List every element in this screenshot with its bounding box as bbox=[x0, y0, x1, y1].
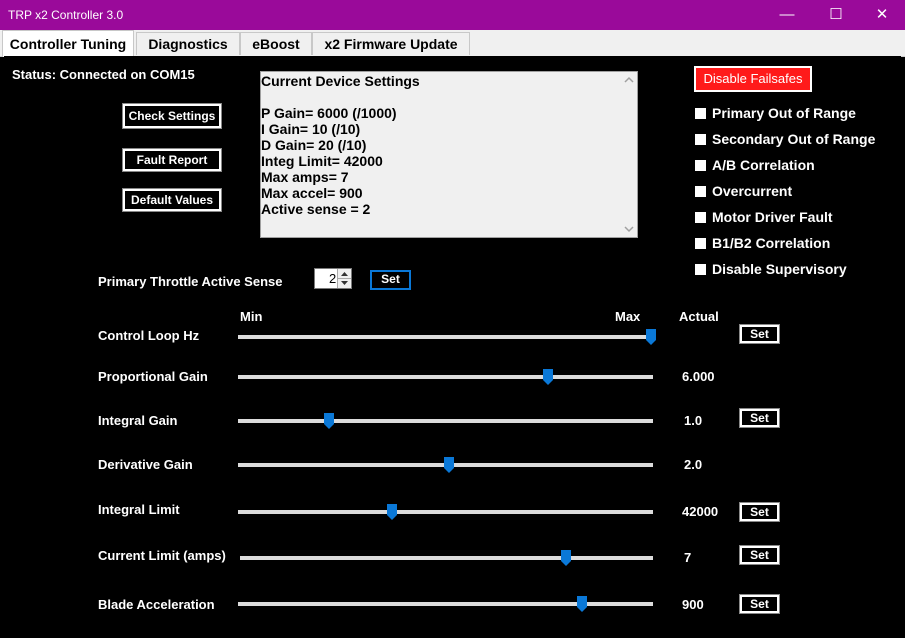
active-sense-value: 2 bbox=[329, 271, 337, 286]
stepper-arrows[interactable] bbox=[337, 269, 351, 288]
checkbox-secondary-out-of-range[interactable] bbox=[695, 134, 706, 145]
status-text: Status: Connected on COM15 bbox=[12, 67, 195, 82]
check-settings-button[interactable]: Check Settings bbox=[122, 103, 222, 129]
proportional-gain-slider[interactable] bbox=[238, 375, 653, 379]
settings-scrollbar[interactable] bbox=[621, 72, 637, 237]
slider-label: Derivative Gain bbox=[98, 457, 193, 472]
slider-label: Integral Limit bbox=[98, 502, 180, 517]
integral-limit-actual: 42000 bbox=[682, 504, 719, 519]
integral-limit-set-button[interactable]: Set bbox=[739, 502, 780, 522]
settings-line: Integ Limit= 42000 bbox=[261, 153, 383, 169]
disable-failsafes-button[interactable]: Disable Failsafes bbox=[694, 66, 812, 92]
failsafe-label: Motor Driver Fault bbox=[712, 209, 833, 225]
fault-report-button[interactable]: Fault Report bbox=[122, 148, 222, 172]
current-limit-actual: 7 bbox=[684, 550, 692, 565]
tab-firmware-update[interactable]: x2 Firmware Update bbox=[312, 32, 470, 55]
derivative-gain-thumb[interactable] bbox=[443, 457, 454, 473]
derivative-gain-actual: 2.0 bbox=[684, 457, 703, 472]
integral-gain-thumb[interactable] bbox=[324, 413, 335, 429]
close-button[interactable]: ✕ bbox=[859, 0, 905, 30]
failsafe-label: Primary Out of Range bbox=[712, 105, 856, 121]
failsafe-label: Secondary Out of Range bbox=[712, 131, 876, 147]
slider-label: Proportional Gain bbox=[98, 369, 208, 384]
minimize-button[interactable]: — bbox=[764, 0, 810, 30]
slider-max-label: Max bbox=[615, 309, 641, 324]
settings-line: I Gain= 10 (/10) bbox=[261, 121, 361, 137]
default-values-button[interactable]: Default Values bbox=[122, 188, 222, 212]
active-sense-label: Primary Throttle Active Sense bbox=[98, 274, 283, 289]
current-limit-thumb[interactable] bbox=[560, 550, 571, 566]
proportional-gain-thumb[interactable] bbox=[542, 369, 553, 385]
tab-diagnostics[interactable]: Diagnostics bbox=[136, 32, 240, 55]
settings-line: Active sense = 2 bbox=[261, 201, 371, 217]
slider-min-label: Min bbox=[240, 309, 263, 324]
failsafe-label: A/B Correlation bbox=[712, 157, 815, 173]
blade-acceleration-actual: 900 bbox=[682, 597, 704, 612]
current-limit-set-button[interactable]: Set bbox=[739, 545, 780, 565]
checkbox-ab-correlation[interactable] bbox=[695, 160, 706, 171]
controller-tuning-panel: Status: Connected on COM15 Check Setting… bbox=[4, 56, 901, 634]
scroll-arrows-icon bbox=[624, 76, 634, 233]
integral-gain-slider[interactable] bbox=[238, 419, 653, 423]
slider-label: Blade Acceleration bbox=[98, 597, 215, 612]
maximize-button[interactable]: ☐ bbox=[813, 0, 859, 30]
settings-line: Max amps= 7 bbox=[261, 169, 349, 185]
slider-label: Current Limit (amps) bbox=[98, 548, 226, 563]
checkbox-b1b2-correlation[interactable] bbox=[695, 238, 706, 249]
checkbox-overcurrent[interactable] bbox=[695, 186, 706, 197]
current-settings-box[interactable]: Current Device Settings P Gain= 6000 (/1… bbox=[260, 71, 638, 238]
proportional-gain-actual: 6.000 bbox=[682, 369, 715, 384]
control-loop-hz-set-button[interactable]: Set bbox=[739, 324, 780, 344]
control-loop-hz-thumb[interactable] bbox=[646, 329, 656, 345]
checkbox-motor-driver-fault[interactable] bbox=[695, 212, 706, 223]
active-sense-stepper[interactable]: 2 bbox=[314, 268, 352, 289]
slider-actual-label: Actual bbox=[679, 309, 719, 324]
failsafe-label: Overcurrent bbox=[712, 183, 793, 199]
title-bar: TRP x2 Controller 3.0 — ☐ ✕ bbox=[0, 0, 905, 30]
settings-line: Max accel= 900 bbox=[261, 185, 363, 201]
integral-gain-set-button[interactable]: Set bbox=[739, 408, 780, 428]
slider-label: Control Loop Hz bbox=[98, 328, 200, 343]
blade-acceleration-set-button[interactable]: Set bbox=[739, 594, 780, 614]
tab-eboost[interactable]: eBoost bbox=[240, 32, 312, 55]
settings-line: Current Device Settings bbox=[261, 73, 420, 89]
blade-acceleration-thumb[interactable] bbox=[577, 596, 588, 612]
integral-limit-slider[interactable] bbox=[238, 510, 653, 514]
slider-label: Integral Gain bbox=[98, 413, 178, 428]
blade-acceleration-slider[interactable] bbox=[238, 602, 653, 606]
spin-arrows-icon bbox=[338, 272, 351, 285]
active-sense-set-button[interactable]: Set bbox=[370, 270, 411, 290]
settings-line: D Gain= 20 (/10) bbox=[261, 137, 367, 153]
tab-controller-tuning[interactable]: Controller Tuning bbox=[2, 30, 134, 57]
settings-line: P Gain= 6000 (/1000) bbox=[261, 105, 397, 121]
current-limit-slider[interactable] bbox=[240, 556, 653, 560]
tab-strip: Controller Tuning Diagnostics eBoost x2 … bbox=[0, 30, 905, 57]
window-title: TRP x2 Controller 3.0 bbox=[8, 8, 124, 22]
checkbox-disable-supervisory[interactable] bbox=[695, 264, 706, 275]
failsafe-label: Disable Supervisory bbox=[712, 261, 847, 277]
checkbox-primary-out-of-range[interactable] bbox=[695, 108, 706, 119]
integral-limit-thumb[interactable] bbox=[386, 504, 397, 520]
integral-gain-actual: 1.0 bbox=[684, 413, 703, 428]
failsafe-label: B1/B2 Correlation bbox=[712, 235, 831, 251]
control-loop-hz-slider[interactable] bbox=[238, 335, 653, 339]
